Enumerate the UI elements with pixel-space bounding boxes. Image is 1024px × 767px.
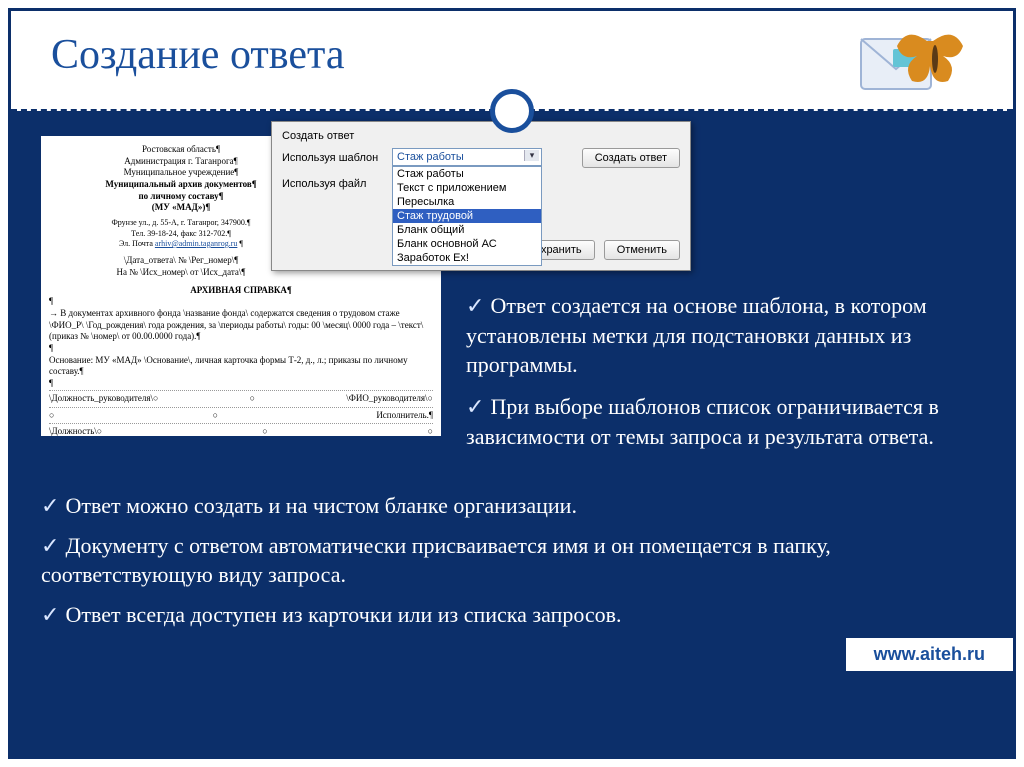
slide-body: Ростовская область¶ Администрация г. Таг…	[11, 111, 1013, 671]
file-label: Используя файл	[282, 174, 392, 190]
doc-executor: Исполнитель.¶	[376, 410, 433, 422]
doc-sign-fio: \ФИО_руководителя\○	[346, 393, 433, 405]
dropdown-option[interactable]: Текст с приложением	[393, 181, 541, 195]
bullet: Ответ создается на основе шаблона, в кот…	[466, 291, 983, 380]
right-bullets: Ответ создается на основе шаблона, в кот…	[466, 291, 983, 463]
dropdown-option-selected[interactable]: Стаж трудовой	[393, 209, 541, 223]
envelope-butterfly-icon	[853, 21, 983, 111]
doc-para2: Основание: МУ «МАД» \Основание\, личная …	[49, 355, 433, 378]
dropdown-option[interactable]: Пересылка	[393, 195, 541, 209]
slide: Создание ответа Ростовская область¶ Адми…	[8, 8, 1016, 759]
footer-url: www.aiteh.ru	[846, 638, 1013, 671]
dialog-title: Создать ответ	[282, 130, 680, 142]
template-dropdown: Стаж работы Текст с приложением Пересылк…	[392, 166, 542, 266]
bullet: При выборе шаблонов список ограничиваетс…	[466, 392, 983, 451]
bullet: Ответ всегда доступен из карточки или из…	[41, 600, 983, 630]
slide-title: Создание ответа	[51, 31, 973, 79]
dropdown-option[interactable]: Бланк основной АС	[393, 237, 541, 251]
dropdown-option[interactable]: Заработок Ex!	[393, 251, 541, 265]
create-answer-button[interactable]: Создать ответ	[582, 148, 680, 168]
divider-circle-icon	[490, 89, 534, 133]
dropdown-option[interactable]: Бланк общий	[393, 223, 541, 237]
doc-para1: → В документах архивного фонда \название…	[49, 308, 433, 343]
doc-sign-head: \Должность_руководителя\○	[49, 393, 158, 405]
lower-bullets: Ответ можно создать и на чистом бланке о…	[41, 491, 983, 640]
create-answer-dialog: Создать ответ Используя шаблон Стаж рабо…	[271, 121, 691, 271]
doc-heading: АРХИВНАЯ СПРАВКА¶	[49, 285, 433, 297]
bullet: Ответ можно создать и на чистом бланке о…	[41, 491, 983, 521]
bullet: Документу с ответом автоматически присва…	[41, 531, 983, 590]
doc-email-link[interactable]: arhiv@admin.taganrog.ru	[155, 239, 237, 248]
dropdown-option[interactable]: Стаж работы	[393, 167, 541, 181]
template-combobox[interactable]: Стаж работы	[392, 148, 542, 166]
doc-exec-pos: \Должность\○	[49, 426, 102, 436]
cancel-button[interactable]: Отменить	[604, 240, 680, 260]
template-label: Используя шаблон	[282, 148, 392, 164]
